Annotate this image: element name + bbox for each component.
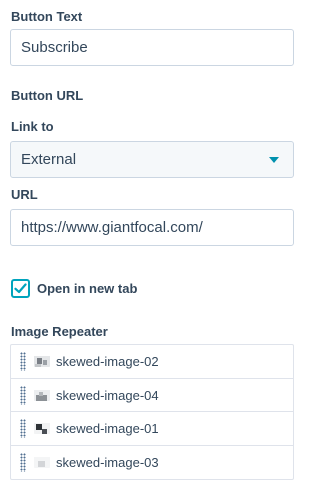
drag-handle-icon[interactable] xyxy=(20,452,26,472)
open-new-tab-label: Open in new tab xyxy=(37,280,138,296)
list-item-name: skewed-image-03 xyxy=(56,454,159,470)
image-repeater-list: skewed-image-02 skewed-image-04 skewed-i… xyxy=(10,344,294,480)
url-input[interactable]: https://www.giantfocal.com/ xyxy=(10,209,294,246)
open-new-tab-checkbox[interactable] xyxy=(11,278,30,298)
chevron-down-icon xyxy=(269,157,279,163)
url-label: URL xyxy=(11,187,38,202)
button-url-heading: Button URL xyxy=(11,88,84,103)
drag-handle-icon[interactable] xyxy=(20,385,26,405)
settings-panel: Button Text Subscribe Button URL Link to… xyxy=(0,0,310,484)
list-item[interactable]: skewed-image-01 xyxy=(11,412,293,446)
image-thumbnail xyxy=(34,422,50,434)
open-new-tab-row[interactable]: Open in new tab xyxy=(11,278,137,298)
link-to-value: External xyxy=(21,151,77,168)
url-value: https://www.giantfocal.com/ xyxy=(21,219,203,236)
list-item[interactable]: skewed-image-04 xyxy=(11,379,293,412)
image-repeater-label: Image Repeater xyxy=(11,324,108,339)
image-thumbnail xyxy=(34,355,50,367)
list-item-name: skewed-image-02 xyxy=(56,354,159,369)
list-item-name: skewed-image-04 xyxy=(56,387,159,403)
image-thumbnail xyxy=(34,456,50,468)
button-text-input[interactable]: Subscribe xyxy=(10,29,294,66)
list-item[interactable]: skewed-image-02 xyxy=(11,345,293,379)
image-thumbnail xyxy=(34,389,50,401)
drag-handle-icon[interactable] xyxy=(20,419,26,438)
list-item[interactable]: skewed-image-03 xyxy=(11,446,293,480)
link-to-select[interactable]: External xyxy=(10,141,294,178)
drag-handle-icon[interactable] xyxy=(20,352,26,371)
button-text-label: Button Text xyxy=(11,9,83,24)
list-item-name: skewed-image-01 xyxy=(56,421,159,436)
button-text-value: Subscribe xyxy=(21,39,88,56)
checkmark-icon xyxy=(14,282,27,293)
link-to-label: Link to xyxy=(11,119,54,134)
